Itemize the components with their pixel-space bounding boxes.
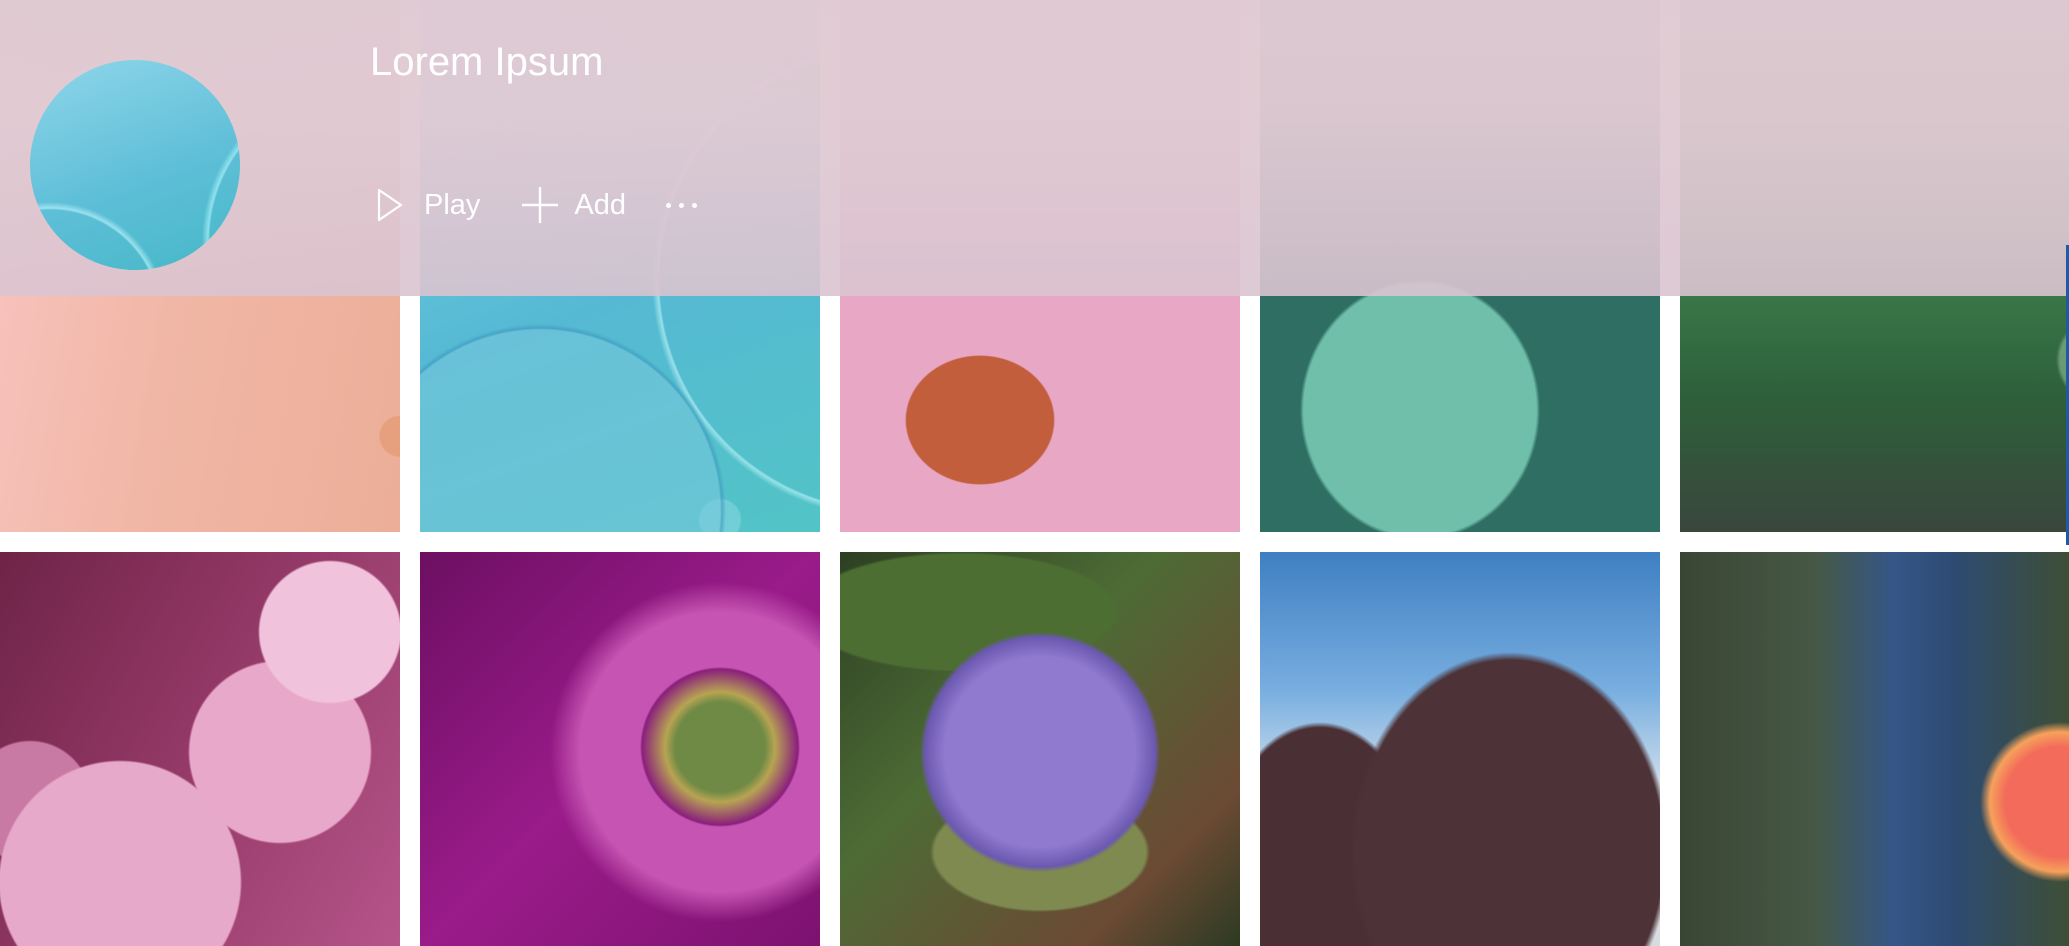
photo-tile-magenta-flower[interactable] xyxy=(420,552,820,946)
album-actions: Play Add xyxy=(370,180,698,230)
play-label: Play xyxy=(424,188,481,221)
album-title: Lorem Ipsum xyxy=(370,40,604,84)
photo-tile-thistle-sky[interactable] xyxy=(1260,552,1660,946)
more-icon-dot xyxy=(679,202,685,208)
album-header: Lorem Ipsum Play Add xyxy=(0,0,2069,296)
play-icon xyxy=(370,185,410,225)
more-icon xyxy=(666,202,672,208)
photo-tile-pink-flower[interactable] xyxy=(0,552,400,946)
album-cover-image xyxy=(30,60,240,270)
photo-tile-red-dahlia[interactable] xyxy=(1680,552,2069,946)
photo-tile-purple-thistle[interactable] xyxy=(840,552,1240,946)
add-label: Add xyxy=(574,188,627,221)
more-icon-dot xyxy=(692,202,698,208)
more-options-button[interactable] xyxy=(666,185,698,225)
play-button[interactable]: Play xyxy=(370,185,480,225)
add-icon xyxy=(520,185,560,225)
add-button[interactable]: Add xyxy=(520,185,626,225)
